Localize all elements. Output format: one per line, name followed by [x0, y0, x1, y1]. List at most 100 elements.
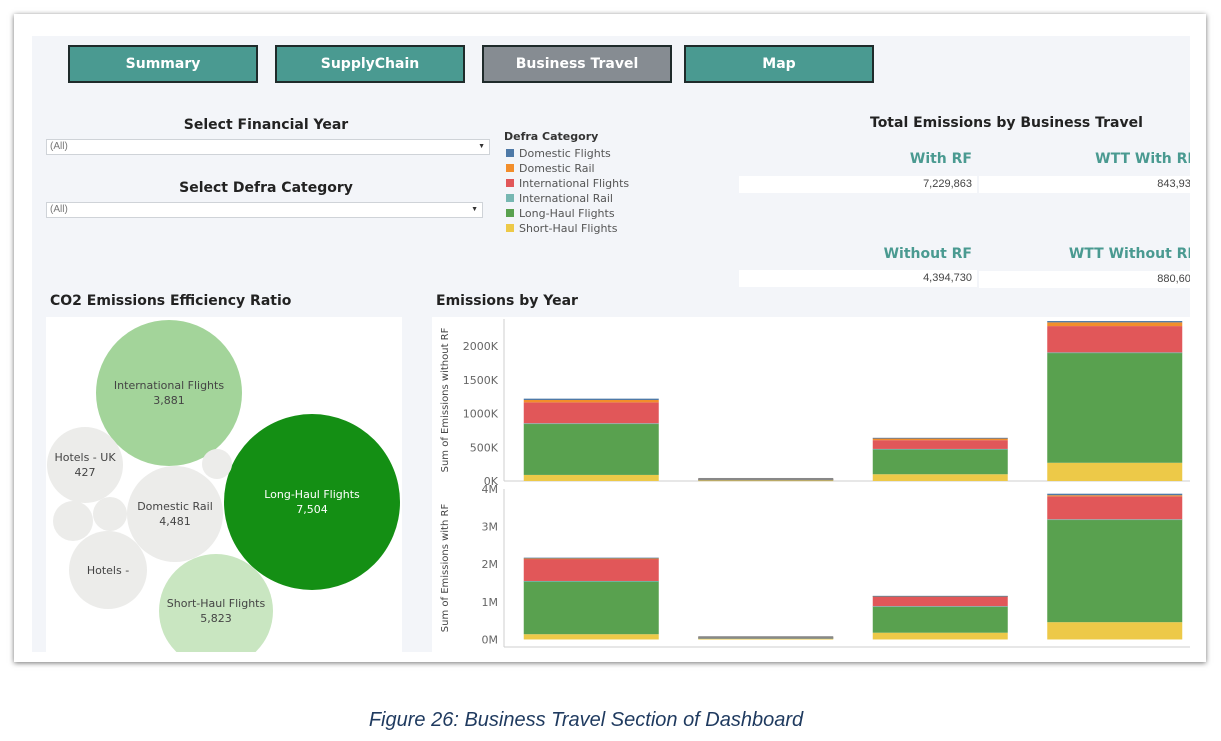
- nav-map-button[interactable]: Map: [684, 45, 874, 83]
- legend-item[interactable]: Domestic Flights: [506, 146, 611, 160]
- bubble-label: Long-Haul Flights: [264, 488, 360, 501]
- legend-label: International Flights: [519, 176, 630, 190]
- legend-item[interactable]: International Rail: [506, 191, 613, 205]
- kpi-without-rf-label: Without RF: [883, 246, 972, 262]
- bar-segment: [523, 402, 659, 424]
- x-tick-label: 2021-22: [917, 650, 963, 652]
- bar-segment: [1047, 519, 1183, 521]
- bubble-value: 5,823: [200, 612, 232, 625]
- bar-segment: [1047, 462, 1183, 481]
- y-tick-label: 2000K: [463, 340, 499, 353]
- bar-segment: [872, 474, 1008, 481]
- bubble-label: Short-Haul Flights: [166, 597, 266, 610]
- bubble-small[interactable]: [93, 497, 127, 531]
- bar-segment: [872, 449, 1008, 475]
- financial-year-dropdown[interactable]: (All) ▼: [46, 139, 490, 155]
- bubble-label: International Flights: [113, 379, 225, 392]
- bubble-small[interactable]: [202, 449, 232, 479]
- kpi-wtt-without-rf-label: WTT Without RF: [1068, 246, 1190, 262]
- bar-segment: [1047, 352, 1183, 463]
- y-tick-label: 1M: [482, 596, 499, 609]
- bar-segment: [872, 595, 1008, 597]
- y-tick-label: 1000K: [463, 408, 499, 421]
- bar-segment: [1047, 622, 1183, 640]
- y-tick-label: 0M: [482, 633, 499, 646]
- bubble-hotels[interactable]: Hotels -: [69, 531, 147, 609]
- bar-segment: [1047, 519, 1183, 623]
- bar-segment: [523, 634, 659, 640]
- dropdown-arrow-icon: ▼: [478, 143, 485, 150]
- bubble-domestic-rail[interactable]: Domestic Rail 4,481: [127, 466, 223, 562]
- nav-summary-button[interactable]: Summary: [68, 45, 258, 83]
- bubble-long-haul-flights[interactable]: Long-Haul Flights 7,504: [224, 414, 400, 590]
- emissions-chart-svg: 0K500K1000K1500K2000KSum of Emissions wi…: [440, 319, 1190, 652]
- kpi-section-title: Total Emissions by Business Travel: [870, 115, 1143, 131]
- bar-segment: [523, 557, 659, 559]
- financial-year-value: (All): [50, 141, 68, 152]
- y-tick-label: 2M: [482, 558, 499, 571]
- emissions-chart-title: Emissions by Year: [436, 293, 578, 309]
- bubble-label: Hotels - UK: [54, 451, 116, 464]
- efficiency-title: CO2 Emissions Efficiency Ratio: [50, 293, 292, 309]
- bubble-hotels-uk[interactable]: Hotels - UK 427: [47, 427, 123, 503]
- defra-category-filter-title: Select Defra Category: [179, 180, 353, 196]
- x-tick-label: 2020-21: [743, 650, 789, 652]
- bar-segment: [1047, 352, 1183, 354]
- dropdown-arrow-icon: ▼: [471, 206, 478, 213]
- legend-item[interactable]: Long-Haul Flights: [506, 206, 615, 220]
- bar-segment: [523, 558, 659, 581]
- bar-segment: [698, 636, 834, 639]
- bar-segment: [523, 423, 659, 425]
- kpi-with-rf-label: With RF: [909, 151, 972, 167]
- bar-segment: [1047, 495, 1183, 497]
- defra-category-dropdown[interactable]: (All) ▼: [46, 202, 483, 218]
- nav-supplychain-button[interactable]: SupplyChain: [275, 45, 465, 83]
- legend-swatch: [506, 164, 514, 172]
- legend-item[interactable]: Domestic Rail: [506, 161, 595, 175]
- figure-caption: Figure 26: Business Travel Section of Da…: [368, 709, 804, 731]
- bubble-value: 4,481: [159, 515, 191, 528]
- x-tick-label: 2019-20: [568, 650, 614, 652]
- y-tick-label: 500K: [470, 441, 499, 454]
- bar-segment: [1047, 496, 1183, 520]
- bubble-international-flights[interactable]: International Flights 3,881: [96, 320, 242, 466]
- kpi-without-rf-value: 4,394,730: [739, 270, 977, 287]
- y-tick-label: 4M: [482, 483, 499, 496]
- bar-segment: [1047, 321, 1183, 323]
- legend-swatch: [506, 224, 514, 232]
- defra-category-value: (All): [50, 204, 68, 215]
- bar-segment: [1047, 322, 1183, 327]
- x-tick-label: 2022-23: [1092, 650, 1138, 652]
- legend-label: Domestic Flights: [519, 146, 611, 160]
- bar-segment: [523, 558, 659, 560]
- bar-segment: [523, 580, 659, 582]
- bar-segment: [872, 606, 1008, 633]
- legend-swatch: [506, 194, 514, 202]
- legend-item[interactable]: Short-Haul Flights: [506, 221, 617, 235]
- dashboard-frame: Summary SupplyChain Business Travel Map …: [14, 14, 1206, 662]
- efficiency-bubble-chart: International Flights 3,881 Hotels - UK …: [46, 317, 402, 652]
- bar-segment: [872, 606, 1008, 607]
- bar-segment: [698, 477, 834, 481]
- legend-label: Short-Haul Flights: [519, 221, 618, 235]
- legend-item[interactable]: International Flights: [506, 176, 629, 190]
- bar-segment: [872, 437, 1008, 439]
- bar-segment: [523, 400, 659, 403]
- bubble-value: 427: [74, 466, 96, 479]
- kpi-wtt-with-rf-value: 843,934: [979, 176, 1190, 193]
- bar-segment: [523, 423, 659, 475]
- kpi-with-rf-value: 7,229,863: [739, 176, 977, 193]
- bar-segment: [872, 448, 1008, 450]
- bubble-small[interactable]: [53, 501, 93, 541]
- bar-segment: [1047, 493, 1183, 496]
- legend-swatch: [506, 149, 514, 157]
- y-tick-label: 1500K: [463, 374, 499, 387]
- legend-label: Long-Haul Flights: [519, 206, 615, 220]
- bar-segment: [523, 474, 659, 481]
- legend-swatch: [506, 209, 514, 217]
- nav-business-travel-button[interactable]: Business Travel: [482, 45, 672, 83]
- bar-segment: [872, 632, 1008, 640]
- emissions-by-year-chart: 0K 500K 1000K 1500K 2000K Sum of Emissions wi…: [432, 317, 1190, 652]
- bar-segment: [698, 638, 834, 640]
- legend-swatch: [506, 179, 514, 187]
